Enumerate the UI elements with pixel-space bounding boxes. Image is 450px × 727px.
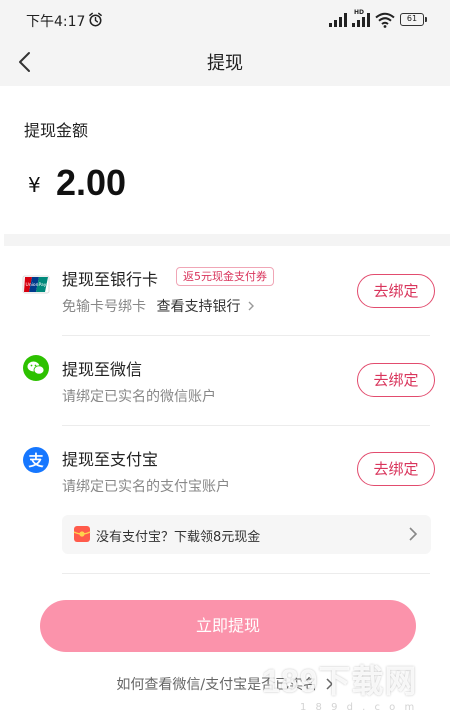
option-subtitle: 请绑定已实名的支付宝账户 — [62, 479, 230, 495]
page-title: 提现 — [207, 53, 243, 74]
option-subtitle: 请绑定已实名的微信账户 — [62, 389, 216, 405]
alipay-icon: 支 — [23, 447, 49, 473]
battery-icon: 61 — [400, 13, 424, 26]
option-subtitle-text: 免输卡号绑卡 — [62, 299, 146, 315]
chevron-right-icon — [248, 301, 254, 311]
supported-banks-link[interactable]: 查看支持银行 — [156, 299, 240, 315]
section-gap — [4, 234, 450, 246]
option-title: 提现至支付宝 — [62, 450, 159, 469]
option-title: 提现至银行卡 — [62, 270, 159, 289]
bind-wechat-button[interactable]: 去绑定 — [357, 363, 435, 397]
unionpay-icon: UnionPay — [22, 275, 50, 294]
option-wechat: 提现至微信 请绑定已实名的微信账户 去绑定 — [4, 338, 450, 426]
amount-label: 提现金额 — [24, 121, 89, 140]
option-title: 提现至微信 — [62, 360, 143, 379]
currency-symbol: ¥ — [28, 173, 41, 197]
status-bar: 下午4:17 HD 61 — [0, 0, 450, 38]
promo-badge: 返5元现金支付券 — [176, 267, 274, 286]
bind-bank-card-button[interactable]: 去绑定 — [357, 274, 435, 308]
watermark-url: 1 8 9 d . c o m — [300, 702, 418, 713]
divider — [62, 573, 430, 574]
svg-text:UnionPay: UnionPay — [26, 282, 47, 288]
battery-tip — [425, 17, 427, 22]
status-time: 下午4:17 — [26, 14, 86, 30]
signal-hd-icon — [352, 13, 370, 27]
amount-card: 提现金额 ¥ 2.00 — [4, 89, 450, 234]
nav-bar: 提现 — [0, 38, 450, 86]
option-bank-card: UnionPay 提现至银行卡 返5元现金支付券 免输卡号绑卡 查看支持银行 去… — [4, 248, 450, 336]
divider — [62, 335, 430, 336]
withdraw-now-button[interactable]: 立即提现 — [40, 600, 416, 652]
wifi-icon — [375, 12, 395, 28]
option-alipay: 支 提现至支付宝 请绑定已实名的支付宝账户 去绑定 — [4, 428, 450, 516]
bind-alipay-button[interactable]: 去绑定 — [357, 452, 435, 486]
alipay-download-banner[interactable]: 没有支付宝？下载领8元现金 — [62, 515, 431, 554]
wechat-icon — [23, 355, 49, 381]
divider — [62, 425, 430, 426]
chevron-right-icon — [409, 527, 418, 541]
option-subtitle: 免输卡号绑卡 查看支持银行 — [62, 296, 255, 316]
signal-icon — [329, 13, 347, 27]
watermark-logo: 189下载网 — [262, 663, 418, 699]
alarm-icon — [89, 12, 102, 27]
red-packet-icon — [73, 526, 91, 542]
banner-text: 没有支付宝？下载领8元现金 — [96, 530, 261, 545]
amount-value: 2.00 — [56, 162, 127, 203]
svg-text:支: 支 — [27, 452, 44, 470]
